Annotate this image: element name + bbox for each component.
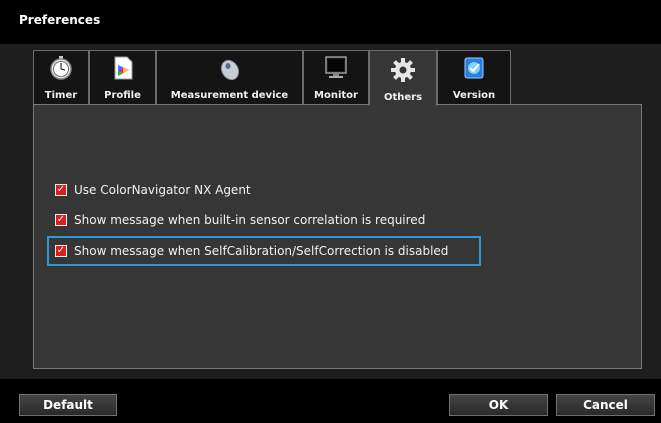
window-title: Preferences	[19, 13, 101, 27]
mouse-sensor-icon	[220, 59, 239, 81]
option-use-agent[interactable]: ✓ Use ColorNavigator NX Agent	[55, 181, 251, 199]
default-button[interactable]: Default	[19, 394, 117, 416]
tab-others[interactable]: Others	[369, 50, 437, 106]
title-bar: Preferences	[0, 0, 661, 44]
option-label: Use ColorNavigator NX Agent	[74, 183, 251, 197]
checkbox-sensor-correlation-message[interactable]: ✓	[55, 214, 67, 226]
tab-label: Profile	[104, 90, 141, 101]
gear-icon	[391, 58, 415, 82]
tab-measurement-device[interactable]: Measurement device	[156, 50, 303, 105]
option-sensor-correlation-message[interactable]: ✓ Show message when built-in sensor corr…	[55, 211, 425, 229]
others-panel: ✓ Use ColorNavigator NX Agent ✓ Show mes…	[33, 104, 642, 369]
tab-monitor[interactable]: Monitor	[303, 50, 369, 105]
tab-label: Measurement device	[170, 90, 289, 101]
checkbox-selfcalibration-message[interactable]: ✓	[55, 245, 67, 257]
stopwatch-icon	[50, 56, 72, 80]
tab-profile[interactable]: Profile	[89, 50, 156, 105]
tab-label: Others	[383, 92, 423, 103]
checkbox-use-agent[interactable]: ✓	[55, 184, 67, 196]
option-label: Show message when built-in sensor correl…	[74, 213, 426, 227]
tab-label: Version	[452, 90, 496, 101]
tab-label: Monitor	[314, 90, 358, 101]
ok-button[interactable]: OK	[449, 394, 548, 416]
option-selfcalibration-message[interactable]: ✓ Show message when SelfCalibration/Self…	[55, 242, 448, 260]
preferences-window: Preferences Timer Profile Measurement de…	[0, 0, 661, 423]
tab-label: Timer	[44, 90, 78, 101]
tab-version[interactable]: Version	[437, 50, 511, 105]
version-icon	[464, 57, 484, 79]
cancel-button[interactable]: Cancel	[556, 394, 655, 416]
tab-timer[interactable]: Timer	[33, 50, 89, 105]
option-label: Show message when SelfCalibration/SelfCo…	[74, 244, 449, 258]
monitor-icon	[325, 56, 347, 78]
profile-document-icon	[114, 56, 132, 80]
